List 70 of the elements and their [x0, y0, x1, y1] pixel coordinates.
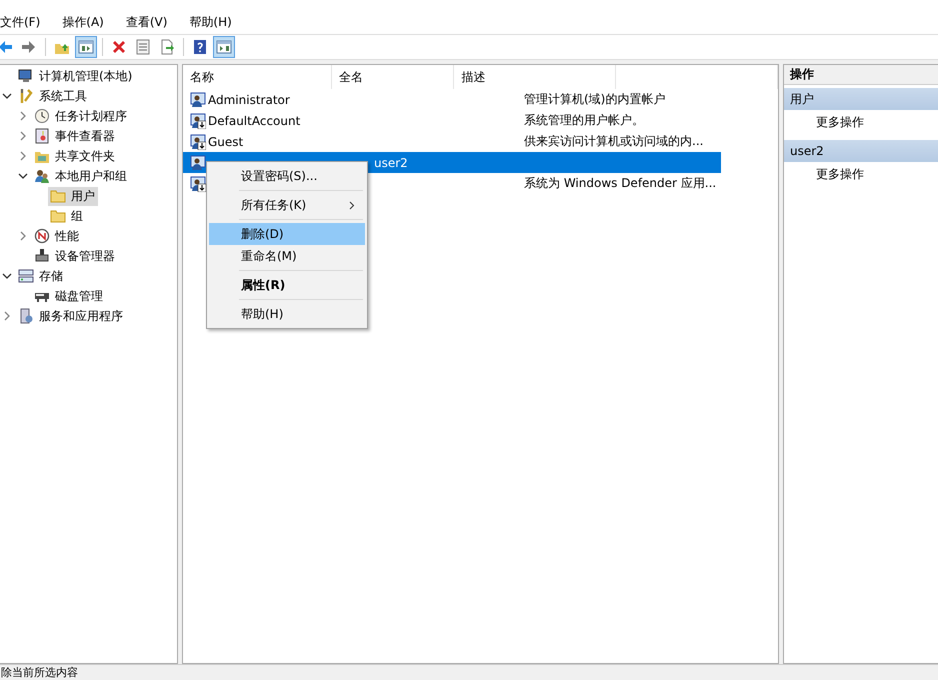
menu-item[interactable]: 帮助(H): [189, 14, 240, 30]
export-icon: [159, 39, 175, 55]
toolbar-button[interactable]: [213, 36, 235, 58]
performance-icon: [34, 228, 50, 244]
delete-icon: [111, 39, 127, 55]
expand-chevron-icon[interactable]: [20, 111, 26, 121]
action-link[interactable]: 更多操作: [816, 166, 864, 182]
tree-item[interactable]: 服务和应用程序: [36, 306, 126, 326]
menu-item[interactable]: 查看(V): [126, 14, 176, 30]
device-icon: [34, 248, 50, 264]
toolbar-button[interactable]: [75, 36, 97, 58]
expand-chevron-icon[interactable]: [20, 151, 26, 161]
back-arrow-icon: [0, 39, 13, 55]
tree-item[interactable]: 设备管理器: [52, 246, 118, 266]
collapse-chevron-icon[interactable]: [18, 172, 28, 180]
services-icon: [18, 308, 34, 324]
action-link[interactable]: 更多操作: [816, 114, 864, 130]
section-header[interactable]: user2: [784, 140, 938, 162]
clock-icon: [34, 108, 50, 124]
computer-icon: [18, 68, 34, 84]
tree-item[interactable]: 本地用户和组: [52, 166, 130, 186]
tree-item[interactable]: 存储: [36, 266, 66, 286]
expand-chevron-icon[interactable]: [4, 311, 10, 321]
tree-item[interactable]: 磁盘管理: [52, 286, 106, 306]
tree-item[interactable]: 组: [68, 206, 86, 226]
pane-toggle-icon: [78, 39, 94, 55]
tree-item[interactable]: 性能: [52, 226, 82, 246]
tree-item[interactable]: 任务计划程序: [52, 106, 130, 126]
menu-item[interactable]: 属性(R): [209, 274, 365, 296]
menu-item[interactable]: 重命名(M): [209, 245, 365, 267]
table-cell: user2: [374, 156, 408, 170]
section-header[interactable]: 用户: [784, 88, 938, 110]
table-cell: 系统管理的用户帐户。: [524, 112, 644, 129]
collapse-chevron-icon[interactable]: [2, 92, 12, 100]
tools-icon: [18, 88, 34, 104]
event-log-icon: [34, 128, 50, 144]
menu-item[interactable]: 删除(D): [209, 223, 365, 245]
menu-item[interactable]: 操作(A): [62, 14, 112, 30]
tree-item-label: 用户: [70, 188, 96, 204]
table-cell: 系统为 Windows Defender 应用...: [524, 175, 716, 192]
tree-item[interactable]: 计算机管理(本地): [36, 66, 136, 86]
table-cell: Guest: [208, 134, 244, 148]
column-header[interactable]: 描述: [454, 65, 616, 89]
help-icon: [192, 39, 208, 55]
column-header[interactable]: 名称: [183, 65, 332, 89]
folder-icon: [50, 208, 66, 224]
expand-chevron-icon[interactable]: [20, 231, 26, 241]
tree-item[interactable]: 系统工具: [36, 86, 90, 106]
collapse-chevron-icon[interactable]: [2, 272, 12, 280]
properties-icon: [135, 39, 151, 55]
submenu-chevron-icon: [349, 200, 355, 210]
menu-item[interactable]: 所有任务(K): [209, 194, 365, 216]
table-cell: Administrator: [208, 92, 290, 106]
table-cell: 管理计算机(域)的内置帐户: [524, 91, 666, 108]
forward-arrow-icon: [21, 39, 37, 55]
folder-icon: [50, 188, 66, 204]
menu-item[interactable]: 帮助(H): [209, 303, 365, 325]
tree-item[interactable]: 事件查看器: [52, 126, 118, 146]
expand-chevron-icon[interactable]: [20, 131, 26, 141]
actions-pane-title: 操作: [784, 65, 938, 85]
users-icon: [34, 168, 50, 184]
column-header[interactable]: 全名: [332, 65, 454, 89]
selected-tree-item[interactable]: 用户: [48, 186, 98, 206]
tree-item[interactable]: 共享文件夹: [52, 146, 118, 166]
table-cell: 供来宾访问计算机或访问域的内...: [524, 133, 704, 150]
status-text: 除当前所选内容: [0, 666, 78, 679]
storage-icon: [18, 268, 34, 284]
menu-item[interactable]: 文件(F): [0, 14, 48, 30]
pane-toggle-icon: [216, 39, 232, 55]
table-cell: DefaultAccount: [208, 114, 300, 128]
